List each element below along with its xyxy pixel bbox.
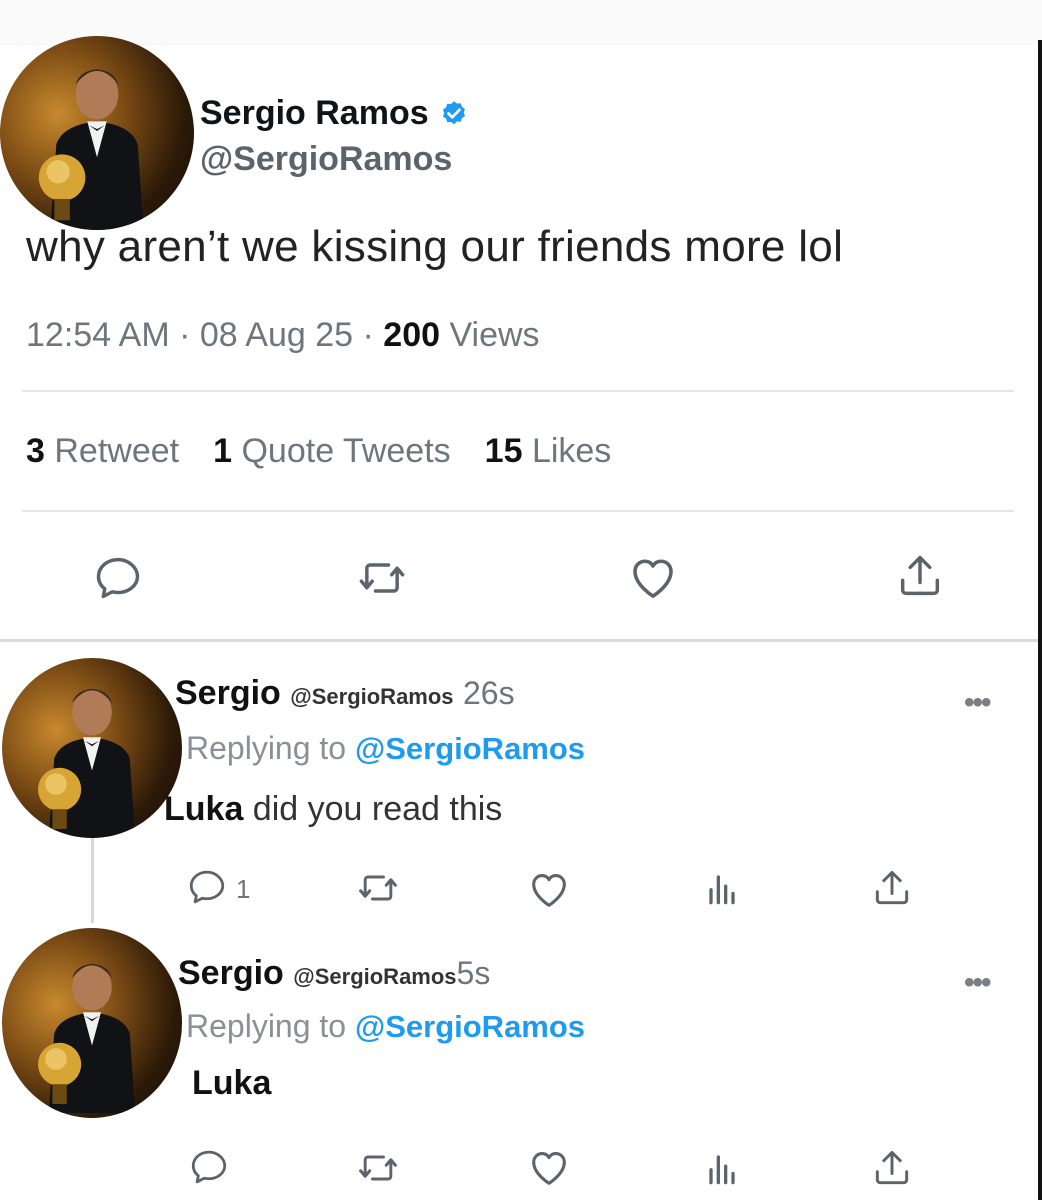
quotes-stat[interactable]: 1 Quote Tweets bbox=[213, 432, 451, 470]
retweet-button[interactable] bbox=[356, 866, 400, 910]
verified-badge-icon bbox=[442, 100, 465, 124]
reply-avatar[interactable] bbox=[2, 658, 182, 838]
reply-icon bbox=[186, 866, 228, 908]
likes-stat[interactable]: 15 Likes bbox=[485, 432, 612, 470]
meta-separator: · bbox=[179, 316, 191, 354]
likes-label: Likes bbox=[531, 432, 612, 470]
retweet-button[interactable] bbox=[356, 1146, 400, 1190]
reply-icon bbox=[92, 552, 144, 604]
views-count: 200 bbox=[383, 316, 441, 354]
retweet-button[interactable] bbox=[356, 552, 408, 604]
retweet-icon bbox=[356, 866, 400, 910]
reply-button[interactable] bbox=[186, 866, 228, 908]
quotes-label: Quote Tweets bbox=[241, 432, 451, 470]
meta-separator: · bbox=[362, 316, 374, 354]
like-button[interactable] bbox=[626, 550, 680, 604]
replying-label: Replying to bbox=[186, 1008, 347, 1044]
views-icon bbox=[700, 1146, 744, 1190]
share-button[interactable] bbox=[894, 550, 946, 602]
reply-time: 5s bbox=[456, 955, 491, 991]
reply-author-name[interactable]: Sergio bbox=[178, 954, 284, 992]
views-icon bbox=[700, 866, 744, 910]
reply-header: Sergio @SergioRamos5s bbox=[178, 954, 490, 993]
reply-author-name[interactable]: Sergio bbox=[175, 674, 281, 712]
retweets-count: 3 bbox=[26, 432, 45, 470]
like-icon bbox=[526, 1144, 572, 1190]
like-icon bbox=[626, 550, 680, 604]
reply-icon bbox=[188, 1146, 230, 1188]
replying-handle-link[interactable]: @SergioRamos bbox=[355, 1009, 585, 1044]
author-handle[interactable]: @SergioRamos bbox=[200, 140, 452, 179]
reply-header: Sergio @SergioRamos 26s bbox=[175, 674, 515, 713]
like-icon bbox=[526, 866, 572, 912]
share-icon bbox=[870, 866, 914, 910]
retweets-label: Retweet bbox=[54, 432, 180, 470]
retweet-icon bbox=[356, 1146, 400, 1190]
views-button[interactable] bbox=[700, 866, 744, 910]
tweet-time: 12:54 AM bbox=[26, 316, 170, 354]
reply-button[interactable] bbox=[92, 552, 144, 604]
more-options-button[interactable]: ••• bbox=[964, 686, 991, 720]
tweet-date: 08 Aug 25 bbox=[199, 316, 354, 354]
section-separator bbox=[0, 639, 1038, 642]
reply-body: did you read this bbox=[243, 790, 503, 828]
replying-to: Replying to @SergioRamos bbox=[186, 730, 585, 767]
retweet-icon bbox=[356, 552, 408, 604]
quotes-count: 1 bbox=[213, 432, 233, 470]
divider bbox=[22, 390, 1014, 392]
views-label: Views bbox=[449, 316, 540, 354]
author-name-text: Sergio Ramos bbox=[200, 94, 429, 132]
share-button[interactable] bbox=[870, 866, 914, 910]
image-border bbox=[1038, 40, 1042, 1200]
more-options-button[interactable]: ••• bbox=[964, 966, 991, 1000]
tweet-text: why aren’t we kissing our friends more l… bbox=[26, 222, 844, 271]
like-button[interactable] bbox=[526, 866, 572, 912]
engagement-stats: 3 Retweet 1 Quote Tweets 15 Likes bbox=[26, 432, 611, 471]
like-button[interactable] bbox=[526, 1144, 572, 1190]
mention-text: Luka bbox=[164, 790, 244, 828]
replying-to: Replying to @SergioRamos bbox=[186, 1008, 585, 1045]
reply-time: 26s bbox=[463, 675, 515, 711]
reply-author-handle[interactable]: @SergioRamos bbox=[293, 964, 456, 989]
author-name[interactable]: Sergio Ramos bbox=[200, 94, 469, 133]
replying-label: Replying to bbox=[186, 730, 347, 766]
share-icon bbox=[870, 1146, 914, 1190]
retweets-stat[interactable]: 3 Retweet bbox=[26, 432, 179, 470]
tweet-meta: 12:54 AM · 08 Aug 25 · 200 Views bbox=[26, 316, 540, 355]
reply-button[interactable] bbox=[188, 1146, 230, 1188]
share-button[interactable] bbox=[870, 1146, 914, 1190]
share-icon bbox=[894, 550, 946, 602]
likes-count: 15 bbox=[484, 432, 523, 470]
author-avatar[interactable] bbox=[0, 36, 194, 230]
views-button[interactable] bbox=[700, 1146, 744, 1190]
reply-text: Luka bbox=[192, 1064, 271, 1103]
replying-handle-link[interactable]: @SergioRamos bbox=[355, 731, 585, 766]
reply-text: Luka did you read this bbox=[164, 790, 502, 829]
reply-avatar[interactable] bbox=[2, 928, 182, 1118]
thread-line bbox=[91, 838, 94, 923]
reply-author-handle[interactable]: @SergioRamos bbox=[290, 684, 453, 709]
divider bbox=[22, 510, 1014, 512]
mention-text: Luka bbox=[192, 1064, 272, 1102]
reply-count: 1 bbox=[236, 874, 251, 904]
top-background bbox=[0, 0, 1042, 46]
